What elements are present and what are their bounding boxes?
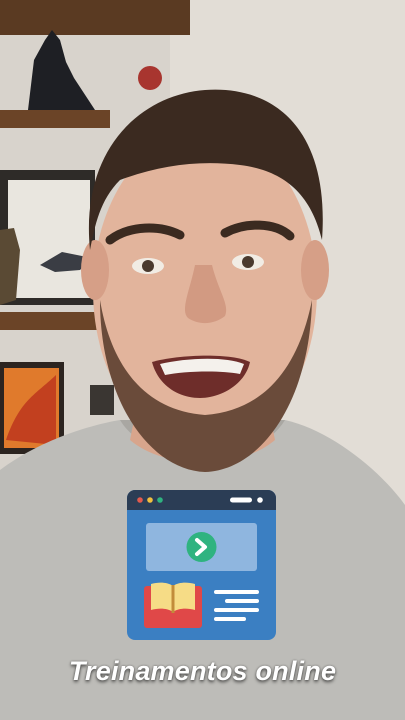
shelf-lower	[0, 312, 105, 330]
titlebar-bar	[230, 497, 252, 503]
caption-text: Treinamentos online	[68, 656, 337, 686]
shelf-top-cabinet	[0, 0, 190, 35]
shelf-upper	[0, 110, 110, 128]
play-circle-icon	[186, 532, 217, 562]
figure-red	[138, 66, 162, 90]
window-dot-green	[157, 497, 163, 503]
text-line-icon	[214, 608, 259, 612]
text-line-icon	[214, 617, 246, 621]
window-dot-red	[137, 497, 143, 503]
online-course-window-icon	[127, 490, 276, 640]
text-line-icon	[214, 590, 259, 594]
window-dot-yellow	[147, 497, 153, 503]
text-line-icon	[225, 599, 259, 603]
